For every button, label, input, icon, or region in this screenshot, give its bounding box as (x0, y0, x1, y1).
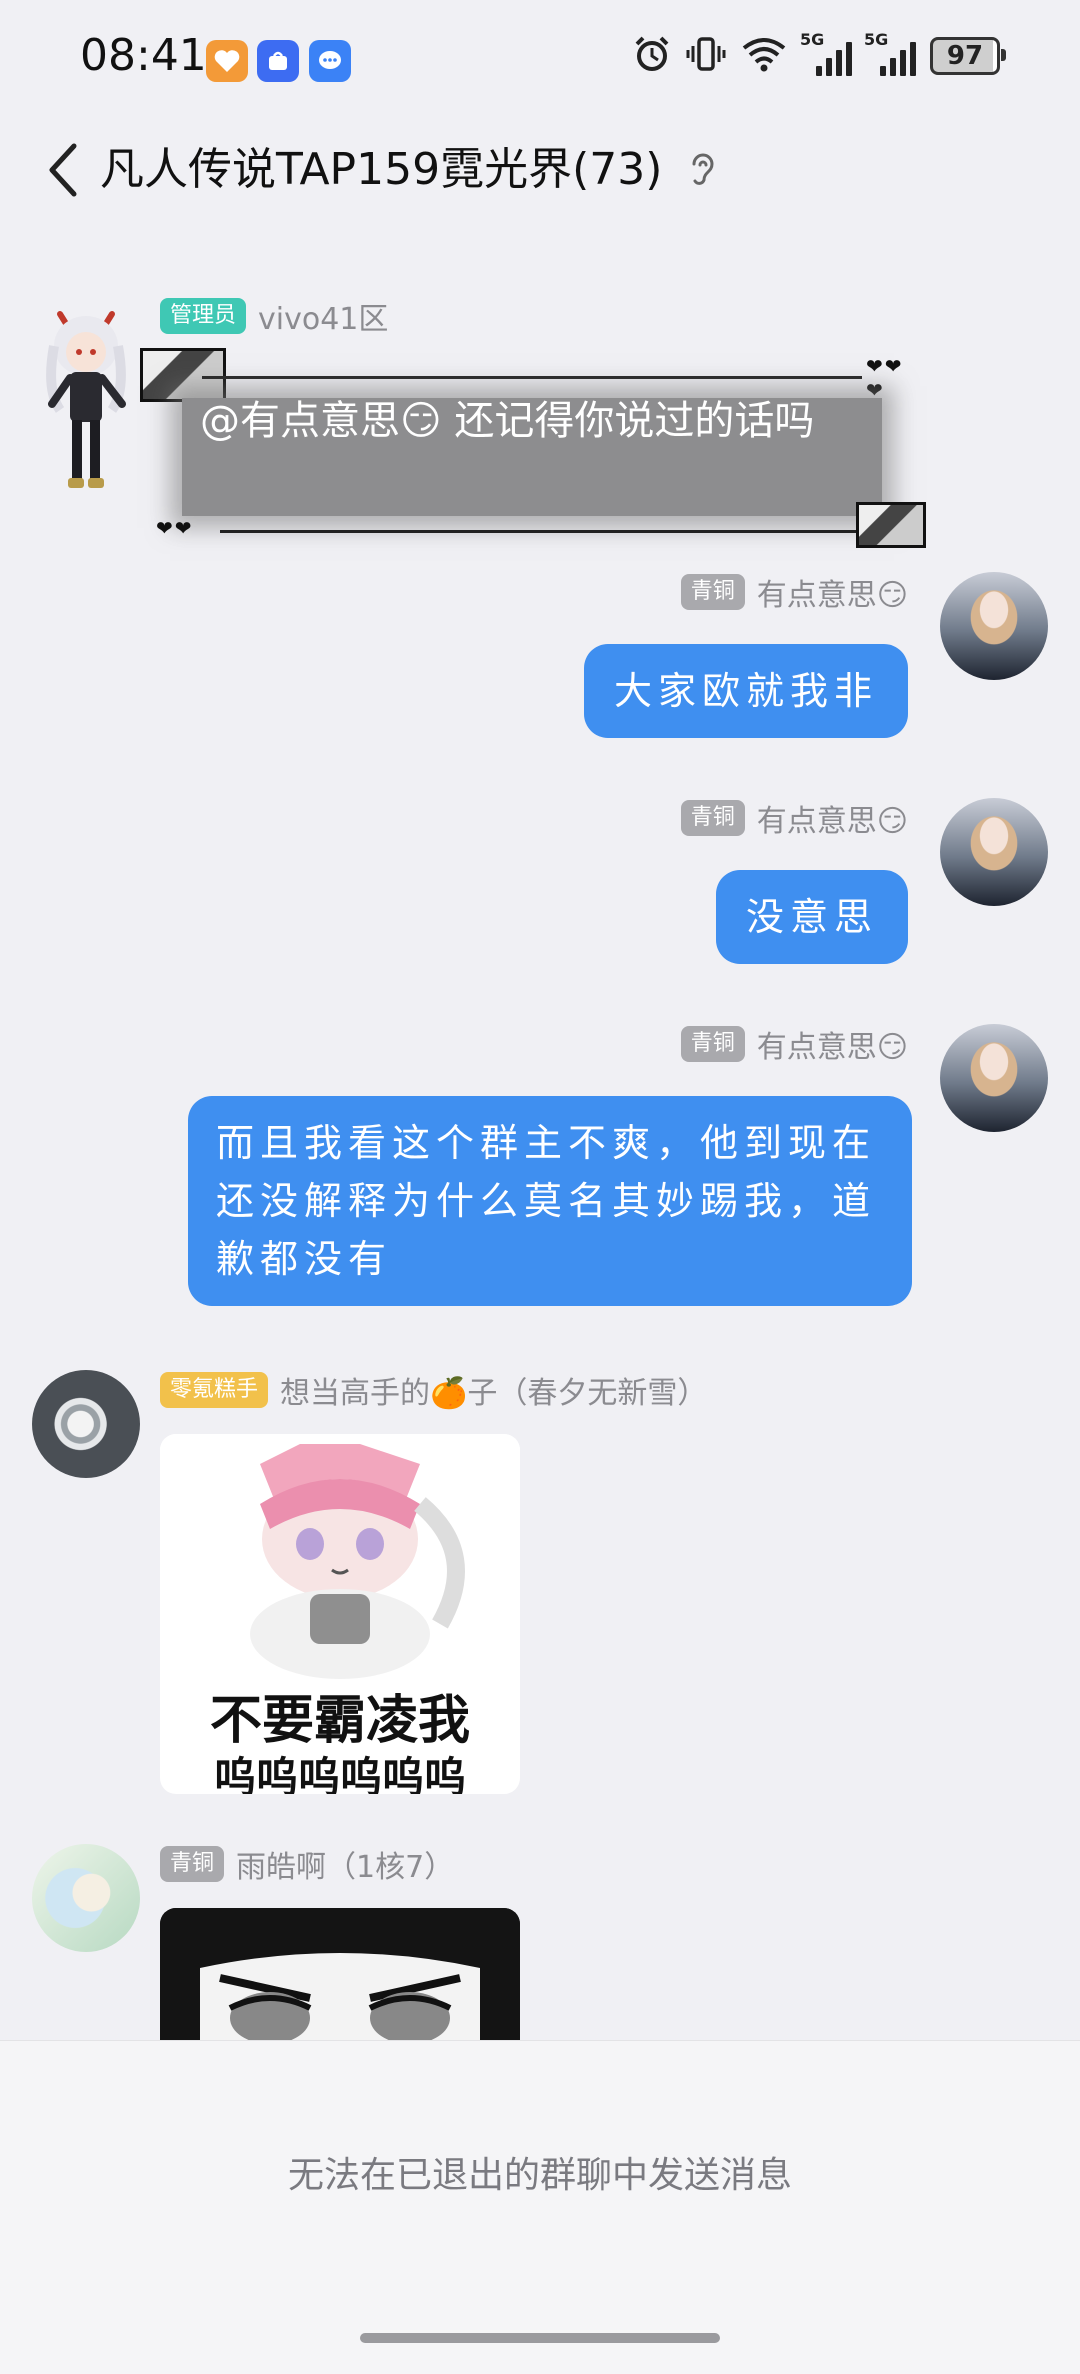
sender-name[interactable]: 有点意思😏 (757, 570, 908, 614)
battery-level: 97 (946, 41, 984, 71)
signal-5g-label: 5G (864, 30, 889, 49)
input-disabled-footer: 无法在已退出的群聊中发送消息 (0, 2040, 1080, 2374)
chat-message-list[interactable]: 管理员 vivo41区 ❤❤❤ @有点意思😏 还记得你说过的话吗 ❤❤ 青铜 有… (0, 250, 1080, 2040)
signal-icon: 5G (864, 30, 916, 76)
sender-name[interactable]: 有点意思😏 (757, 796, 908, 840)
vibrate-icon (686, 34, 726, 78)
message-sender-row: 零氪糕手 想当高手的🍊子（春夕无新雪） (160, 1368, 707, 1412)
sender-name[interactable]: vivo41区 (258, 294, 388, 338)
sticker-image[interactable]: 不要霸凌我 呜呜呜呜呜呜 (160, 1434, 520, 1794)
special-message-bubble[interactable]: ❤❤❤ @有点意思😏 还记得你说过的话吗 ❤❤ (140, 348, 926, 548)
page-title: 凡人传说TAP159霓光界(73) (100, 144, 663, 195)
bubble-decoration (856, 502, 926, 548)
role-badge: 青铜 (680, 574, 745, 610)
signal-icon: 5G (800, 30, 852, 76)
signal-5g-label: 5G (800, 30, 825, 49)
message-sender-row: 青铜 有点意思😏 (680, 570, 908, 614)
role-badge: 青铜 (680, 800, 745, 836)
ear-icon[interactable] (682, 150, 722, 190)
role-badge: 青铜 (160, 1846, 225, 1882)
wifi-icon (740, 34, 788, 78)
bubble-border-line (220, 530, 860, 533)
message-sender-row: 青铜 有点意思😏 (680, 1022, 908, 1066)
messages-icon (309, 40, 351, 82)
role-badge: 零氪糕手 (160, 1372, 269, 1408)
message-sender-row: 青铜 有点意思😏 (680, 796, 908, 840)
status-icons: 5G 5G 97 (632, 30, 1006, 78)
back-button[interactable] (32, 140, 92, 200)
heart-app-icon (206, 40, 248, 82)
message-text: @有点意思😏 还记得你说过的话吗 (200, 398, 815, 444)
alarm-icon (632, 34, 672, 78)
avatar[interactable] (32, 1844, 140, 1952)
sender-name[interactable]: 有点意思😏 (757, 1022, 908, 1066)
message-bubble[interactable]: 而且我看这个群主不爽，他到现在还没解释为什么莫名其妙踢我，道歉都没有 (188, 1096, 912, 1306)
battery-icon: 97 (930, 37, 1006, 75)
avatar[interactable] (32, 1370, 140, 1478)
sticker-subcaption: 呜呜呜呜呜呜 (213, 1753, 466, 1794)
role-badge: 青铜 (680, 1026, 745, 1062)
chat-header: 凡人传说TAP159霓光界(73) (0, 120, 1080, 220)
role-badge: 管理员 (160, 298, 247, 334)
hearts-decoration: ❤❤ (156, 516, 194, 540)
home-indicator[interactable] (360, 2333, 720, 2343)
cannot-send-notice: 无法在已退出的群聊中发送消息 (287, 2155, 792, 2196)
message-bubble[interactable]: 没意思 (715, 870, 908, 964)
admin-avatar[interactable] (30, 300, 142, 500)
message-bubble[interactable]: 大家欧就我非 (583, 644, 908, 738)
avatar[interactable] (940, 572, 1048, 680)
app-market-icon (257, 40, 299, 82)
sender-name[interactable]: 想当高手的🍊子（春夕无新雪） (280, 1368, 707, 1412)
status-time: 08:41 (80, 30, 207, 81)
avatar[interactable] (940, 1024, 1048, 1132)
avatar[interactable] (940, 798, 1048, 906)
sticker-art (160, 1434, 520, 1684)
sticker-art (160, 1908, 520, 2040)
sender-name[interactable]: 雨皓啊（1核7） (236, 1842, 454, 1886)
sticker-image[interactable] (160, 1908, 520, 2040)
message-sender-row: 青铜 雨皓啊（1核7） (160, 1842, 454, 1886)
status-bar: 08:41 5G 5G 97 (0, 0, 1080, 120)
chevron-left-icon (49, 143, 77, 197)
sticker-caption: 不要霸凌我 (209, 1691, 470, 1751)
message-sender-row: 管理员 vivo41区 (160, 294, 388, 338)
bubble-border-line (202, 376, 862, 379)
